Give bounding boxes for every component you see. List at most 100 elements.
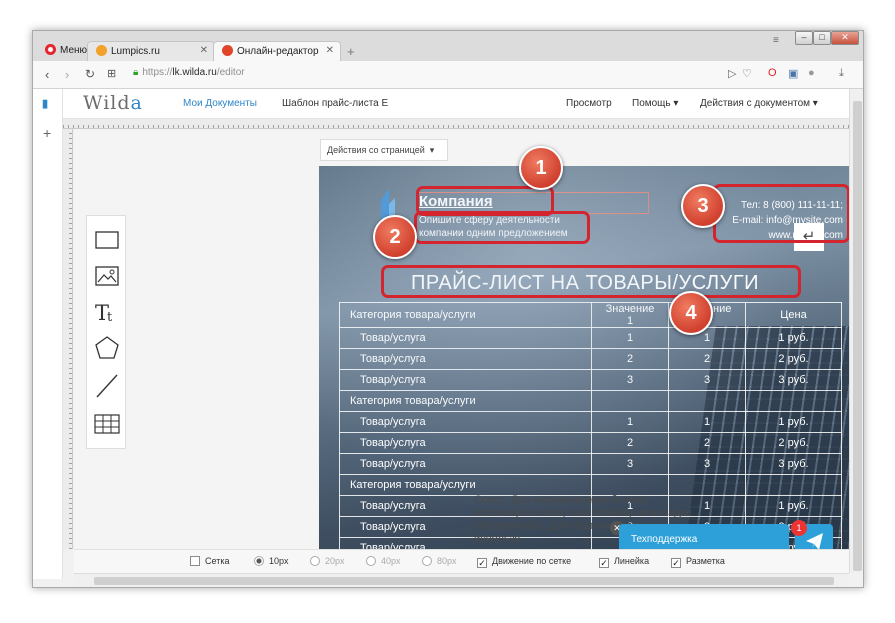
table-cell[interactable]: 3 руб. (745, 453, 842, 475)
grid-size-80[interactable]: 80px (422, 556, 457, 566)
rectangle-tool-icon[interactable] (93, 226, 121, 254)
vertical-ruler (63, 129, 73, 549)
close-tab-icon[interactable]: ✕ (200, 45, 208, 56)
table-cell[interactable]: Товар/услуга (339, 327, 592, 349)
table-cell[interactable] (668, 474, 746, 496)
wilda-favicon-icon (222, 45, 233, 56)
callout-frame-contacts (713, 184, 850, 243)
download-icon[interactable]: ⤓ (839, 67, 844, 80)
table-cell[interactable]: 3 руб. (745, 369, 842, 391)
lumpics-favicon-icon (96, 45, 107, 56)
header-cell[interactable]: Категория товара/услуги (339, 302, 592, 328)
bookmark-heart-icon[interactable]: ♡ (742, 67, 752, 80)
table-cell[interactable]: 1 руб. (745, 411, 842, 433)
category-row: Категория товара/услуги (339, 474, 842, 496)
table-header-row: Категория товара/услуги Значение 1 Значе… (339, 302, 842, 328)
table-cell[interactable]: Товар/услуга (339, 411, 592, 433)
table-cell[interactable]: 1 руб. (745, 495, 842, 517)
opera-extension-icon[interactable]: O (768, 67, 777, 79)
table-cell[interactable]: Товар/услуга (339, 348, 592, 370)
table-tool-icon[interactable] (93, 410, 121, 438)
table-cell[interactable]: 2 (591, 348, 669, 370)
table-cell[interactable]: 3 (668, 369, 746, 391)
tab-lumpics[interactable]: Lumpics.ru ✕ (87, 41, 215, 61)
preview-link[interactable]: Просмотр (566, 98, 612, 109)
toolbox: Tt (86, 215, 126, 449)
vk-sidebar-icon[interactable]: ▮ (42, 97, 48, 110)
browser-window: Меню Lumpics.ru ✕ Онлайн-редактор ✕ + ≡ … (32, 30, 864, 588)
table-cell[interactable] (745, 474, 842, 496)
table-cell[interactable]: 2 (668, 432, 746, 454)
table-cell[interactable]: 2 руб. (745, 348, 842, 370)
table-cell[interactable] (591, 474, 669, 496)
close-window-button[interactable]: ✕ (831, 31, 859, 45)
url-field[interactable]: 🔒︎ https://lk.wilda.ru/editor (133, 67, 245, 78)
callout-badge-3: 3 (681, 184, 725, 228)
back-icon[interactable]: ‹ (45, 67, 49, 82)
table-cell[interactable]: Категория товара/услуги (339, 390, 592, 412)
tab-menu-icon[interactable]: ≡ (773, 35, 779, 46)
table-cell[interactable]: 3 (591, 369, 669, 391)
horizontal-scroll-thumb[interactable] (94, 577, 834, 585)
table-row: Товар/услуга333 руб. (339, 369, 842, 391)
callout-badge-4: 4 (669, 291, 713, 335)
callout-badge-1: 1 (519, 146, 563, 190)
minimize-button[interactable]: – (795, 31, 813, 45)
shape-tool-icon[interactable] (93, 334, 121, 362)
table-cell[interactable]: 1 (591, 327, 669, 349)
vk-extension-icon[interactable]: ▣ (788, 67, 798, 80)
table-cell[interactable] (668, 390, 746, 412)
header-cell[interactable]: Значение 1 (591, 302, 669, 328)
grid-size-40[interactable]: 40px (366, 556, 401, 566)
forward-icon[interactable]: › (65, 67, 69, 82)
tab-label: Lumpics.ru (111, 46, 160, 57)
wilda-logo[interactable]: Wilda (83, 92, 143, 114)
extension-icon[interactable]: ● (808, 67, 815, 79)
header-cell[interactable]: Цена (745, 302, 842, 328)
table-cell[interactable]: 3 (591, 453, 669, 475)
document-actions-menu[interactable]: Действия с документом ▾ (700, 98, 818, 109)
table-cell[interactable]: 1 (668, 411, 746, 433)
page-actions-dropdown[interactable]: Действия со страницей ▾ (320, 139, 448, 161)
table-cell[interactable]: 1 руб. (745, 327, 842, 349)
table-cell[interactable]: Товар/услуга (339, 453, 592, 475)
add-sidebar-icon[interactable]: + (43, 125, 51, 141)
table-cell[interactable]: 3 (668, 453, 746, 475)
image-tool-icon[interactable] (93, 262, 121, 290)
snap-to-grid-checkbox[interactable]: ✓ Движение по сетке (477, 556, 571, 568)
callout-badge-2: 2 (373, 215, 417, 259)
vertical-scroll-thumb[interactable] (853, 101, 862, 571)
table-cell[interactable]: Товар/услуга (339, 432, 592, 454)
tab-label: Онлайн-редактор (237, 46, 319, 57)
opera-menu-button[interactable]: Меню (37, 41, 87, 61)
menu-label: Меню (60, 45, 88, 56)
reload-icon[interactable]: ↻ (85, 67, 95, 81)
my-documents-link[interactable]: Мои Документы (183, 98, 257, 109)
maximize-button[interactable]: □ (813, 31, 831, 45)
send-icon[interactable]: ▷ (728, 67, 736, 80)
table-cell[interactable] (591, 390, 669, 412)
address-bar: ‹ › ↻ ⊞ 🔒︎ https://lk.wilda.ru/editor ▷ ♡… (33, 61, 863, 89)
table-cell[interactable]: 1 (591, 411, 669, 433)
text-tool-icon[interactable]: Tt (93, 298, 121, 326)
table-cell[interactable]: 2 (591, 432, 669, 454)
speed-dial-icon[interactable]: ⊞ (107, 67, 116, 80)
table-row: Товар/услуга333 руб. (339, 453, 842, 475)
new-tab-icon[interactable]: + (347, 44, 355, 59)
grid-size-20[interactable]: 20px (310, 556, 345, 566)
vertical-scrollbar[interactable] (849, 89, 863, 573)
close-tab-icon[interactable]: ✕ (326, 45, 334, 56)
grid-checkbox[interactable]: Сетка (190, 556, 229, 566)
table-cell[interactable]: 2 (668, 348, 746, 370)
grid-size-10[interactable]: 10px (254, 556, 289, 566)
line-tool-icon[interactable] (93, 372, 121, 400)
table-cell[interactable] (745, 390, 842, 412)
markup-checkbox[interactable]: ✓ Разметка (671, 556, 725, 568)
table-cell[interactable]: Товар/услуга (339, 369, 592, 391)
ruler-checkbox[interactable]: ✓ Линейка (599, 556, 649, 568)
help-menu[interactable]: Помощь ▾ (632, 98, 678, 109)
horizontal-scrollbar[interactable] (74, 573, 849, 587)
table-cell[interactable]: Категория товара/услуги (339, 474, 592, 496)
table-cell[interactable]: 2 руб. (745, 432, 842, 454)
tab-editor[interactable]: Онлайн-редактор ✕ (213, 41, 341, 61)
